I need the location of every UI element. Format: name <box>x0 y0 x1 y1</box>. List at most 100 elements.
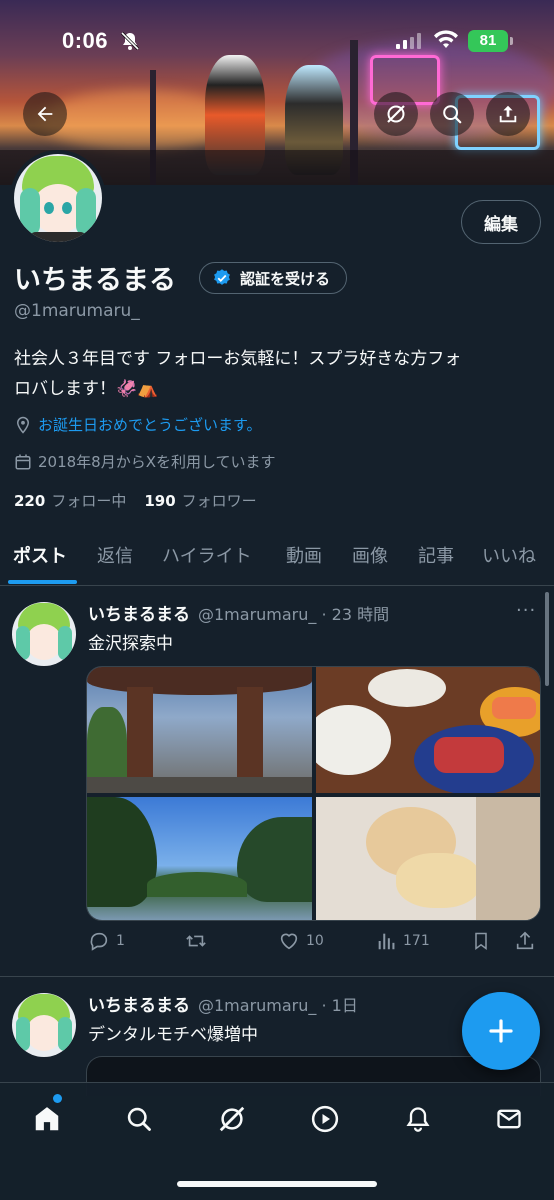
analytics-icon <box>378 933 395 950</box>
profile-display-name: いちまるまる <box>14 265 176 296</box>
nav-search[interactable] <box>119 1099 159 1139</box>
location-text[interactable]: お誕生日おめでとうございます。 <box>38 414 262 435</box>
scrollbar[interactable] <box>545 592 549 686</box>
avatar-face <box>26 624 62 660</box>
tweet-actions: 1 10 171 <box>88 930 543 960</box>
tab-photos[interactable]: 画像 <box>352 542 388 568</box>
tab-replies[interactable]: 返信 <box>97 542 133 568</box>
tweet-text: デンタルモチベ爆増中 <box>88 1025 258 1045</box>
location-pin-icon <box>16 416 30 434</box>
home-indicator[interactable] <box>177 1181 377 1187</box>
home-icon <box>35 1107 59 1131</box>
battery-indicator: 81 <box>468 30 508 52</box>
tweet-photo[interactable] <box>87 667 312 793</box>
photo-gate-roof <box>87 667 312 695</box>
following-count: 220 <box>14 492 46 510</box>
reply-icon <box>90 932 108 951</box>
followers-link[interactable]: 190 フォロワー <box>144 490 256 511</box>
avatar-eye <box>62 202 72 214</box>
get-verified-label: 認証を受ける <box>240 269 331 288</box>
reply-button[interactable]: 1 <box>88 930 125 952</box>
battery-cap <box>510 37 513 45</box>
wifi-icon <box>433 30 459 54</box>
share-button[interactable] <box>486 92 530 136</box>
photo-board <box>476 797 540 920</box>
nav-grok[interactable] <box>212 1099 252 1139</box>
tweet-handle-time: @1marumaru_ · 23 時間 <box>198 605 390 624</box>
join-date-text: 2018年8月からXを利用しています <box>38 453 276 471</box>
tweet-author-name[interactable]: いちまるまる <box>88 991 190 1016</box>
nav-messages[interactable] <box>489 1099 529 1139</box>
share-icon <box>499 105 517 123</box>
retweet-icon <box>186 935 206 947</box>
active-tab-indicator <box>8 580 77 584</box>
share-tweet-button[interactable] <box>514 930 536 952</box>
tweet-divider <box>0 976 554 977</box>
home-notification-dot <box>53 1094 62 1103</box>
avatar-hair <box>58 1017 72 1051</box>
edit-profile-button[interactable]: 編集 <box>461 200 541 244</box>
tweet-header: いちまるまる @1marumaru_ · 23 時間 <box>88 600 389 625</box>
photo-sushi <box>492 697 536 719</box>
like-button[interactable]: 10 <box>278 930 324 952</box>
calendar-icon <box>15 454 31 469</box>
tweet-photo[interactable] <box>316 797 540 920</box>
status-time: 0:06 <box>62 28 109 53</box>
tab-likes[interactable]: いいね <box>482 542 536 568</box>
profile-avatar[interactable] <box>10 150 106 246</box>
tweet-photo[interactable] <box>87 797 312 920</box>
avatar-collar <box>28 232 88 242</box>
photo-sushi <box>434 737 504 773</box>
more-options-icon[interactable]: ··· <box>516 600 536 621</box>
photo-bush <box>147 872 247 897</box>
compose-post-button[interactable] <box>462 992 540 1070</box>
views-button[interactable]: 171 <box>375 930 430 952</box>
tweet-photo[interactable] <box>316 667 540 793</box>
following-label: フォロー中 <box>51 492 127 510</box>
tweet-avatar[interactable] <box>12 993 76 1057</box>
share-icon <box>516 931 534 950</box>
nav-notifications[interactable] <box>398 1099 438 1139</box>
photo-ground <box>87 777 312 793</box>
tab-videos[interactable]: 動画 <box>286 542 322 568</box>
tab-posts[interactable]: ポスト <box>13 542 67 568</box>
tweet-text: 金沢探索中 <box>88 634 173 654</box>
profile-handle: @1marumaru_ <box>14 301 140 321</box>
profile-bio: 社会人３年目です フォローお気軽に！スプラ好きな方フォ ロバします！🦑⛺ <box>14 344 539 404</box>
get-verified-button[interactable]: 認証を受ける <box>199 262 348 294</box>
follow-stats: 220 フォロー中 190 フォロワー <box>14 490 257 511</box>
avatar-hair <box>58 626 72 660</box>
reply-count: 1 <box>116 933 125 949</box>
bookmark-button[interactable] <box>471 930 491 952</box>
search-button[interactable] <box>430 92 474 136</box>
bio-line: ロバします！🦑⛺ <box>14 379 159 399</box>
plus-icon <box>489 1019 513 1043</box>
profile-join-date: 2018年8月からXを利用しています <box>14 451 276 472</box>
photo-tree <box>237 817 312 902</box>
back-button[interactable] <box>23 92 67 136</box>
tweet-media-grid <box>86 666 541 921</box>
retweet-button[interactable] <box>184 930 214 952</box>
avatar-face <box>26 1015 62 1051</box>
heart-icon <box>280 933 298 950</box>
arrow-left-icon <box>37 106 53 122</box>
photo-plate <box>368 669 446 707</box>
search-icon <box>443 105 462 124</box>
tweet-handle-time: @1marumaru_ · 1日 <box>198 996 358 1015</box>
grok-button[interactable] <box>374 92 418 136</box>
tweet-avatar[interactable] <box>12 602 76 666</box>
profile-tabs: ポスト 返信 ハイライト 動画 画像 記事 いいね <box>0 530 554 586</box>
avatar-hair <box>20 188 40 236</box>
status-bar: 0:06 81 <box>0 0 554 80</box>
tab-articles[interactable]: 記事 <box>418 542 454 568</box>
bookmark-icon <box>475 932 487 950</box>
grok-icon <box>219 1106 245 1132</box>
notification-bell-icon <box>406 1107 430 1132</box>
tweet-header: いちまるまる @1marumaru_ · 1日 <box>88 991 358 1016</box>
tweet-author-name[interactable]: いちまるまる <box>88 600 190 625</box>
grok-icon <box>387 105 405 123</box>
nav-video[interactable] <box>305 1099 345 1139</box>
following-link[interactable]: 220 フォロー中 <box>14 490 126 511</box>
tab-highlights[interactable]: ハイライト <box>162 542 252 568</box>
nav-home[interactable] <box>27 1099 67 1139</box>
